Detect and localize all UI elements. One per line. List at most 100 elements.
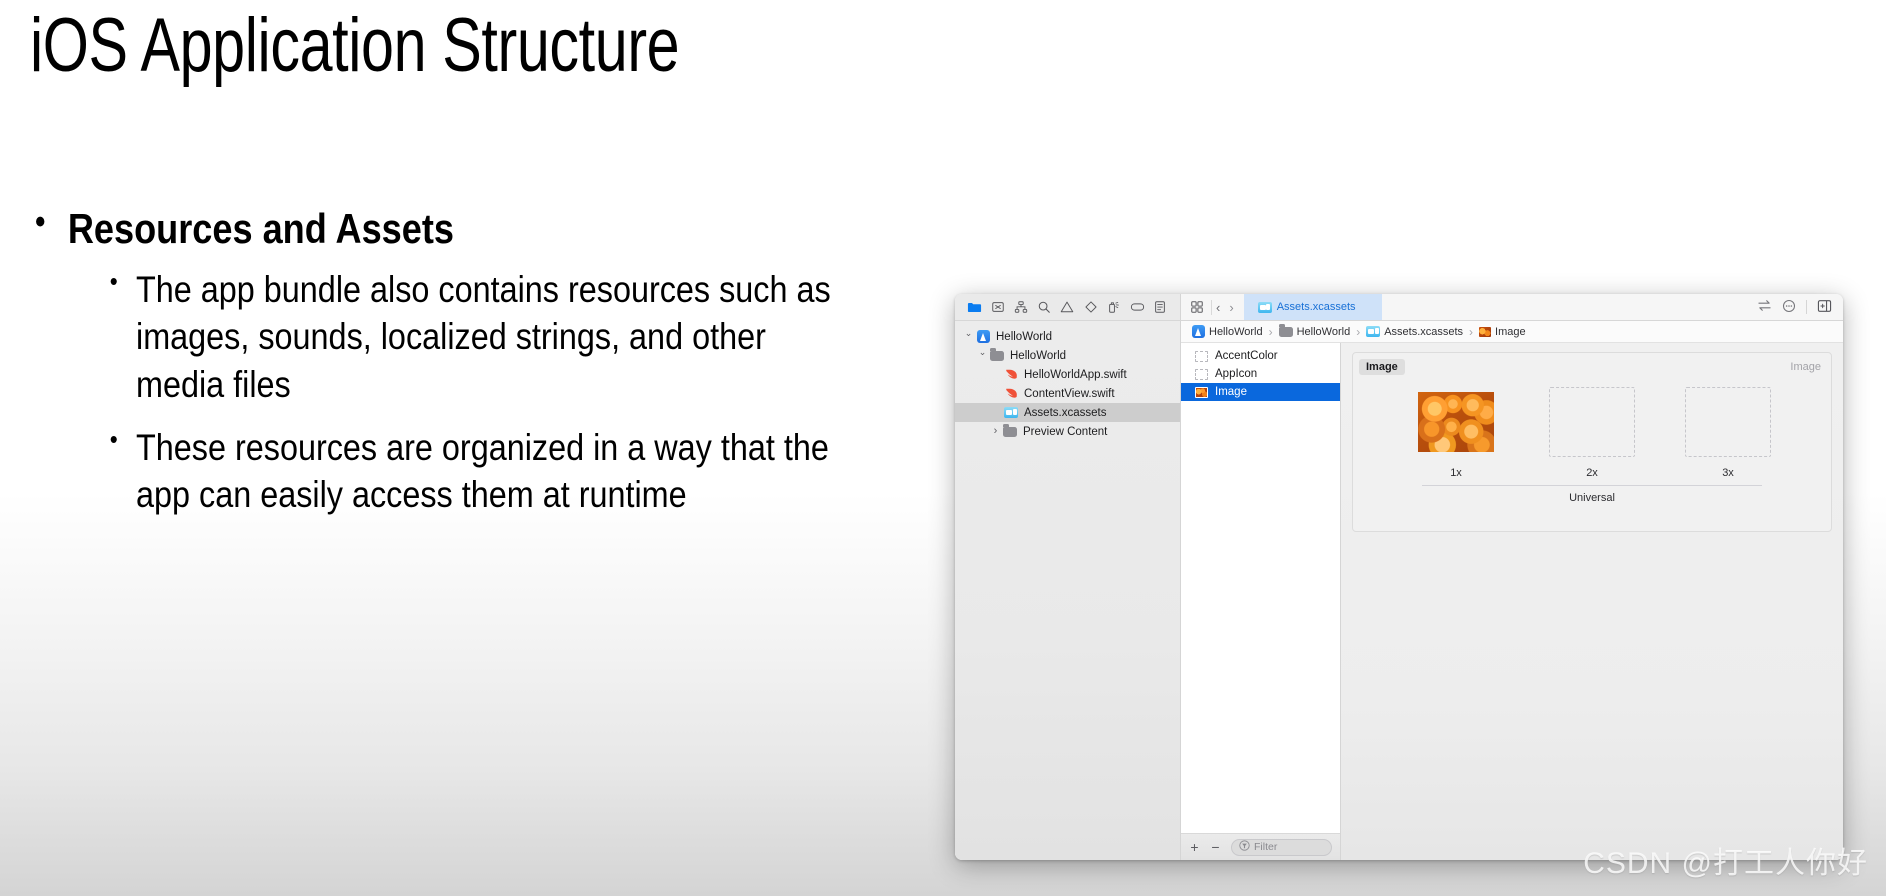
watermark: CSDN @打工人你好 <box>1583 847 1868 880</box>
asset-item-label: AppIcon <box>1215 368 1258 380</box>
source-control-icon[interactable] <box>990 300 1005 315</box>
detail-kind-label: Image <box>1790 361 1821 373</box>
breadcrumb-separator: › <box>1268 324 1273 339</box>
breakpoint-capsule-icon[interactable] <box>1130 300 1145 315</box>
device-class-label: Universal <box>1569 492 1615 504</box>
tree-row-helloworld-project[interactable]: HelloWorld <box>955 327 1180 346</box>
slot-frame-empty[interactable] <box>1549 387 1635 457</box>
assets-icon <box>1366 326 1381 337</box>
funnel-icon <box>1239 840 1250 854</box>
editor-nav-arrows: ‹ › <box>1211 299 1244 315</box>
assets-icon <box>1257 301 1272 313</box>
warning-triangle-icon[interactable] <box>1060 300 1075 315</box>
image-asset-icon <box>1479 326 1492 337</box>
asset-item-appicon[interactable]: AppIcon <box>1181 365 1340 383</box>
report-list-icon[interactable] <box>1153 300 1168 315</box>
oranges-photo <box>1418 392 1494 452</box>
disclosure-triangle-icon[interactable] <box>989 422 1002 441</box>
slot-scale-label: 2x <box>1586 467 1598 479</box>
tree-row-preview-content[interactable]: Preview Content <box>955 422 1180 441</box>
swift-file-icon <box>1003 387 1019 401</box>
tree-item-label: HelloWorld <box>996 330 1053 343</box>
search-icon[interactable] <box>1037 300 1052 315</box>
image-asset-icon <box>1195 386 1208 398</box>
bullet-level2: These resources are organized in a way t… <box>108 423 845 519</box>
xcode-window: ‹ › Assets.xcassets ⌄ HelloWorld ⌄ Hello… <box>955 294 1843 860</box>
filter-input[interactable]: Filter <box>1231 838 1332 856</box>
tree-item-label: Preview Content <box>1023 425 1108 438</box>
page-title: iOS Application Structure <box>30 3 680 88</box>
xcode-body: HelloWorld HelloWorld HelloWorldApp.swif… <box>955 321 1843 860</box>
breadcrumb: HelloWorld › HelloWorld › Assets.xcasset… <box>1181 321 1843 343</box>
disclosure-triangle-icon[interactable] <box>962 327 975 346</box>
folder-icon <box>989 348 1005 361</box>
tree-item-label: Assets.xcassets <box>1024 406 1107 419</box>
swap-arrows-icon[interactable] <box>1757 299 1772 315</box>
xcode-toolbar: ‹ › Assets.xcassets <box>955 294 1843 321</box>
xcode-project-icon <box>1192 325 1205 338</box>
image-slot-3x[interactable]: 3x <box>1685 387 1771 479</box>
asset-canvas: Image Image 1x 2x 3x Universal <box>1341 343 1843 860</box>
breadcrumb-item-project[interactable]: HelloWorld <box>1192 325 1263 338</box>
bullet-sublist: The app bundle also contains resources s… <box>30 265 950 519</box>
tree-item-label: ContentView.swift <box>1024 387 1115 400</box>
editor-toolbar: ‹ › Assets.xcassets <box>1181 294 1843 320</box>
tree-row-helloworld-folder[interactable]: HelloWorld <box>955 346 1180 365</box>
tree-row-helloworldapp-swift[interactable]: HelloWorldApp.swift <box>955 365 1180 384</box>
slot-scale-label: 1x <box>1450 467 1462 479</box>
breadcrumb-label: HelloWorld <box>1209 325 1263 338</box>
slot-frame-empty[interactable] <box>1685 387 1771 457</box>
asset-item-label: AccentColor <box>1215 350 1278 362</box>
xcode-project-icon <box>975 330 991 343</box>
image-slot-2x[interactable]: 2x <box>1549 387 1635 479</box>
breadcrumb-item-assets[interactable]: Assets.xcassets <box>1366 326 1463 338</box>
bullet-level2: The app bundle also contains resources s… <box>108 265 845 408</box>
folder-icon <box>1002 424 1018 437</box>
tree-row-assets-xcassets[interactable]: Assets.xcassets <box>955 403 1180 422</box>
image-set-detail: Image Image 1x 2x 3x Universal <box>1352 352 1832 532</box>
forward-arrow-icon[interactable]: › <box>1229 301 1233 314</box>
folder-icon[interactable] <box>967 300 982 315</box>
asset-item-accentcolor[interactable]: AccentColor <box>1181 347 1340 365</box>
tab-grid-icon[interactable] <box>1181 300 1211 314</box>
more-circle-icon[interactable] <box>1782 299 1796 316</box>
slot-frame-filled[interactable] <box>1413 387 1499 457</box>
remove-asset-button[interactable]: − <box>1210 840 1221 854</box>
breadcrumb-label: HelloWorld <box>1296 325 1351 338</box>
tree-row-contentview-swift[interactable]: ContentView.swift <box>955 384 1180 403</box>
editor-tab-assets[interactable]: Assets.xcassets <box>1243 294 1382 320</box>
breadcrumb-item-folder[interactable]: HelloWorld <box>1278 324 1351 338</box>
device-class-row: Universal <box>1353 485 1831 504</box>
empty-swatch-icon <box>1195 368 1208 380</box>
image-slots: 1x 2x 3x <box>1353 387 1831 479</box>
asset-list-panel: AccentColor AppIcon Image + − Filter <box>1181 343 1341 860</box>
bullet-level1: Resources and Assets <box>30 203 821 252</box>
add-asset-button[interactable]: + <box>1189 840 1200 854</box>
slot-scale-label: 3x <box>1722 467 1734 479</box>
asset-item-image[interactable]: Image <box>1181 383 1340 401</box>
detail-title: Image <box>1359 359 1405 375</box>
tree-item-label: HelloWorldApp.swift <box>1024 368 1127 381</box>
breadcrumb-label: Assets.xcassets <box>1384 325 1464 338</box>
editor-tab-label: Assets.xcassets <box>1276 301 1356 313</box>
bullet-list: Resources and Assets The app bundle also… <box>30 203 950 535</box>
disclosure-triangle-icon[interactable] <box>976 346 989 365</box>
back-arrow-icon[interactable]: ‹ <box>1216 301 1220 314</box>
breadcrumb-item-image[interactable]: Image <box>1479 326 1526 338</box>
folder-icon <box>1278 324 1293 337</box>
image-slot-1x[interactable]: 1x <box>1413 387 1499 479</box>
editor-area: HelloWorld › HelloWorld › Assets.xcasset… <box>1181 321 1843 860</box>
editor-toolbar-right <box>1757 299 1843 316</box>
test-diamond-icon[interactable] <box>1083 300 1098 315</box>
divider <box>1422 485 1762 486</box>
symbol-hierarchy-icon[interactable] <box>1014 300 1029 315</box>
breadcrumb-label: Image <box>1495 325 1526 338</box>
debug-spray-icon[interactable] <box>1106 300 1121 315</box>
project-navigator: HelloWorld HelloWorld HelloWorldApp.swif… <box>955 321 1181 860</box>
swift-file-icon <box>1003 368 1019 382</box>
filter-placeholder: Filter <box>1254 841 1278 853</box>
inspector-panel-icon[interactable] <box>1817 299 1832 316</box>
breadcrumb-separator: › <box>1469 324 1474 339</box>
asset-list-bottom-bar: + − Filter <box>1181 833 1340 860</box>
asset-item-label: Image <box>1215 386 1247 398</box>
